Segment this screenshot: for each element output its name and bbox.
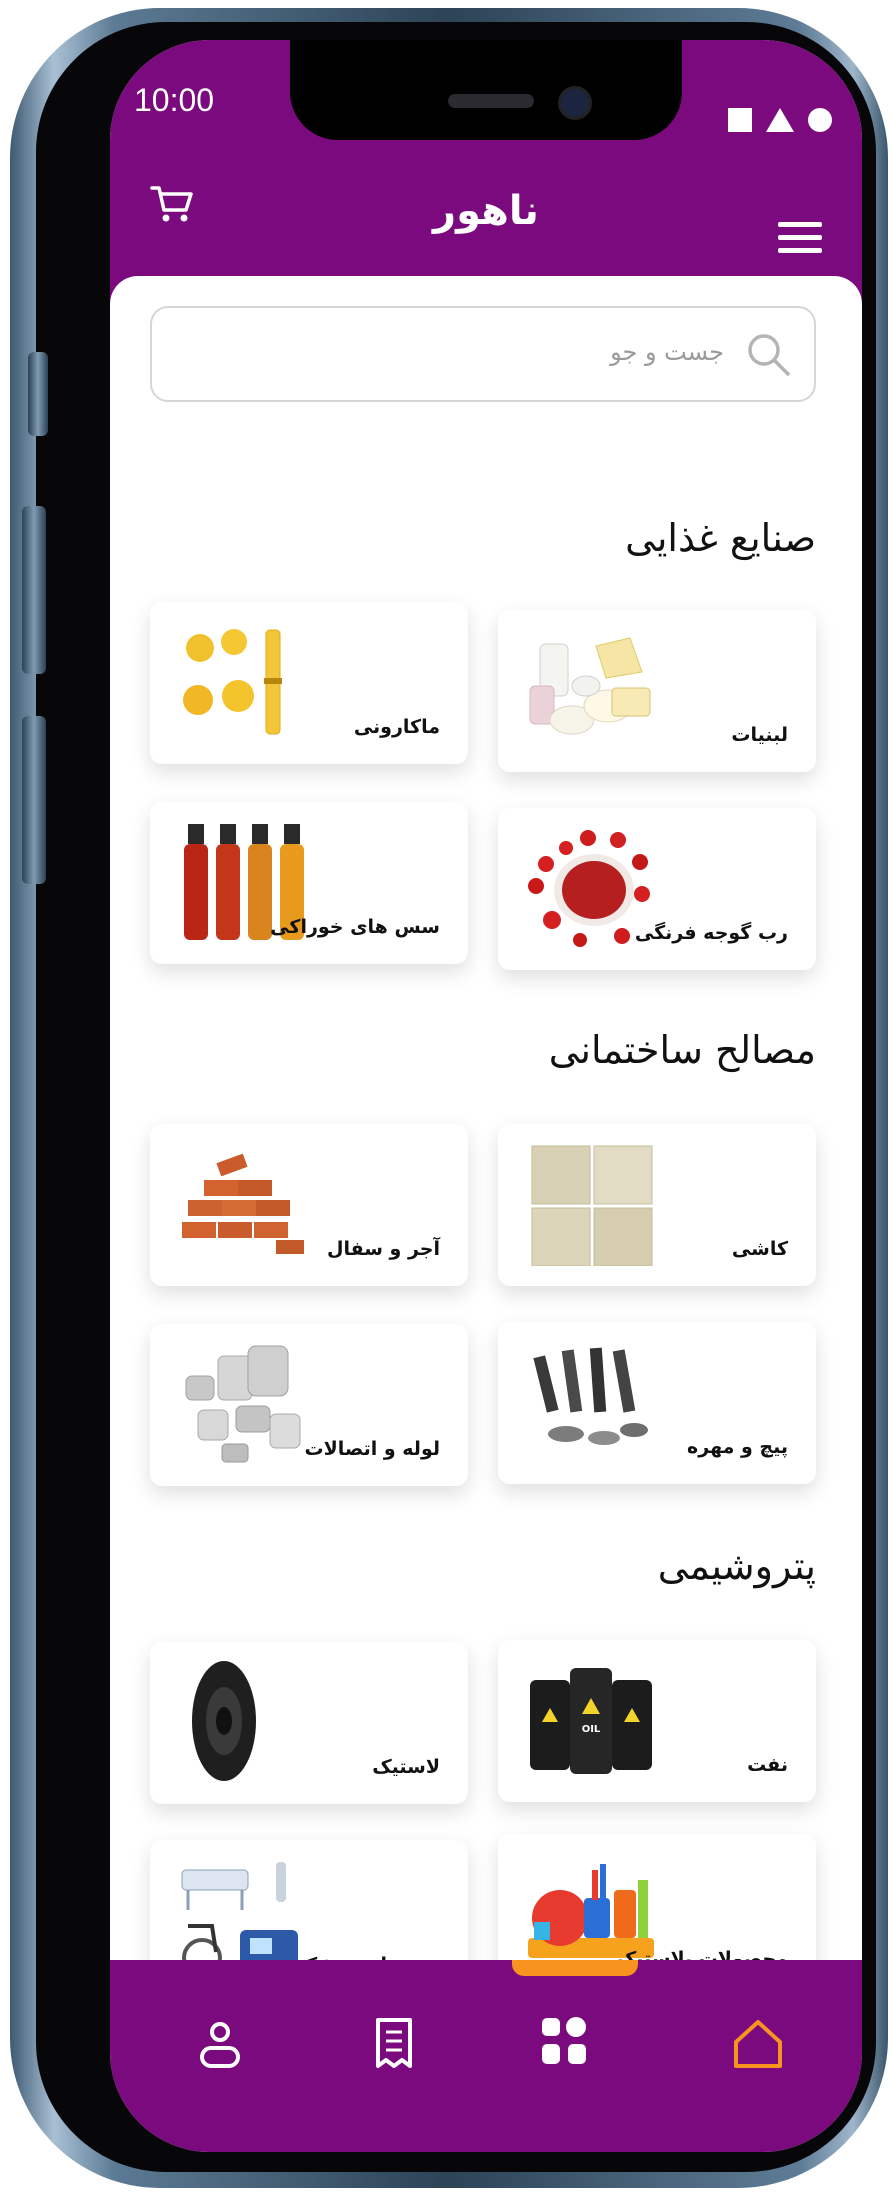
search-placeholder: جست و جو bbox=[610, 338, 724, 366]
circle-icon bbox=[808, 108, 832, 132]
section-title-food: صنایع غذایی bbox=[625, 516, 816, 560]
category-card-pipes[interactable]: لوله و اتصالات bbox=[150, 1324, 468, 1486]
category-label: نفت bbox=[747, 1754, 788, 1776]
category-label: لاستیک bbox=[372, 1756, 440, 1778]
volume-down-button bbox=[22, 716, 46, 884]
category-label: پیچ و مهره bbox=[687, 1436, 788, 1458]
orders-icon[interactable] bbox=[364, 2014, 424, 2074]
bricks-image bbox=[182, 1153, 304, 1254]
pasta-image bbox=[183, 629, 282, 735]
status-time: 10:00 bbox=[134, 82, 215, 118]
category-card-oil[interactable]: OIL نفت bbox=[498, 1640, 816, 1802]
category-label: ماکارونی bbox=[353, 716, 440, 738]
phone-screen: 10:00 ناهور جست و جو صنایع غذایی لبنیات … bbox=[110, 40, 862, 2152]
earpiece bbox=[448, 94, 534, 108]
tiles-image bbox=[531, 1145, 653, 1266]
active-tab-indicator bbox=[512, 1960, 638, 1976]
oil-barrels-image: OIL bbox=[530, 1668, 652, 1774]
pipes-image bbox=[185, 1345, 301, 1463]
square-icon bbox=[728, 108, 752, 132]
tire-image bbox=[192, 1661, 256, 1781]
search-icon bbox=[748, 334, 790, 376]
bolts-image bbox=[533, 1347, 648, 1445]
category-card-sauces[interactable]: سس های خوراکی bbox=[150, 802, 468, 964]
home-icon[interactable] bbox=[728, 2014, 788, 2074]
category-card-tomato-paste[interactable]: رب گوجه فرنگی bbox=[498, 808, 816, 970]
category-label: آجر و سفال bbox=[326, 1238, 440, 1260]
category-card-dairy[interactable]: لبنیات bbox=[498, 610, 816, 772]
bottom-navigation bbox=[110, 1960, 862, 2152]
category-label: لبنیات bbox=[731, 724, 788, 746]
oil-label-text: OIL bbox=[582, 1724, 601, 1735]
app-title: ناهور bbox=[433, 188, 539, 234]
category-card-tires[interactable]: لاستیک bbox=[150, 1642, 468, 1804]
category-label: سس های خوراکی bbox=[270, 916, 440, 938]
category-card-bricks[interactable]: آجر و سفال bbox=[150, 1124, 468, 1286]
triangle-icon bbox=[766, 108, 794, 132]
front-camera bbox=[558, 86, 592, 120]
category-card-bolts[interactable]: پیچ و مهره bbox=[498, 1322, 816, 1484]
profile-icon[interactable] bbox=[190, 2014, 250, 2074]
section-title-construction: مصالح ساختمانی bbox=[548, 1028, 816, 1072]
volume-up-button bbox=[22, 506, 46, 674]
category-label: لوله و اتصالات bbox=[304, 1438, 441, 1460]
hamburger-menu-icon[interactable] bbox=[778, 220, 822, 256]
search-bar[interactable]: جست و جو bbox=[150, 306, 816, 402]
main-content: جست و جو صنایع غذایی لبنیات ماکارونی رب … bbox=[110, 276, 862, 2016]
category-label: رب گوجه فرنگی bbox=[634, 922, 788, 944]
categories-icon[interactable] bbox=[534, 2012, 594, 2072]
category-label: کاشی bbox=[731, 1238, 788, 1260]
status-icons bbox=[728, 108, 832, 132]
notch bbox=[290, 40, 682, 140]
category-card-tiles[interactable]: کاشی bbox=[498, 1124, 816, 1286]
section-title-petrochemical: پتروشیمی bbox=[657, 1544, 816, 1588]
category-card-pasta[interactable]: ماکارونی bbox=[150, 602, 468, 764]
mute-switch bbox=[28, 352, 48, 436]
dairy-image bbox=[529, 637, 651, 735]
